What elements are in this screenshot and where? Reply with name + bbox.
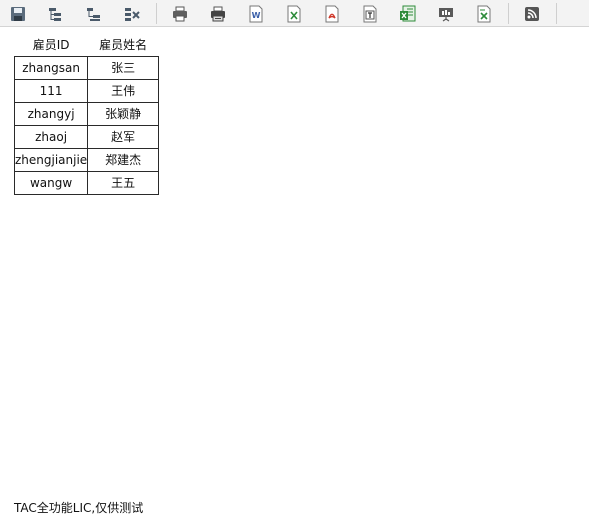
employee-id-cell: 111 xyxy=(13,78,89,103)
license-notice: TAC全功能LIC,仅供测试 xyxy=(14,501,144,515)
table-row: 111 王伟 xyxy=(13,78,160,103)
table-header-row: 雇员ID 雇员姓名 xyxy=(15,33,159,56)
employee-id-cell: wangw xyxy=(13,170,89,195)
pdf-export-icon[interactable] xyxy=(322,4,342,24)
employee-name-cell: 赵军 xyxy=(87,124,160,149)
word-export-icon[interactable]: W xyxy=(246,4,266,24)
toolbar-separator xyxy=(508,3,509,24)
column-header-employee-name: 雇员姓名 xyxy=(99,37,148,52)
employee-name-cell: 张三 xyxy=(87,55,160,80)
delete-grid-icon[interactable] xyxy=(122,4,142,24)
table-row: zhengjianjie 郑建杰 xyxy=(13,147,160,172)
table-row: wangw 王五 xyxy=(13,170,160,195)
table-row: zhangyj 张颖静 xyxy=(13,101,160,126)
employee-name-cell: 王五 xyxy=(87,170,160,195)
employee-report: 雇员ID 雇员姓名 zhangsan 张三 111 王伟 zhangyj 张颖静… xyxy=(13,33,160,195)
save-icon[interactable] xyxy=(8,4,28,24)
table-row: zhaoj 赵军 xyxy=(13,124,160,149)
report-toolbar: W xyxy=(0,0,589,27)
toolbar-separator xyxy=(156,3,157,24)
presentation-icon[interactable] xyxy=(436,4,456,24)
collapse-tree-icon[interactable] xyxy=(84,4,104,24)
excel-page-export-icon[interactable] xyxy=(474,4,494,24)
employee-id-cell: zhangsan xyxy=(13,55,89,80)
employee-name-cell: 王伟 xyxy=(87,78,160,103)
excel-export-icon[interactable] xyxy=(284,4,304,24)
employee-table: 雇员ID 雇员姓名 zhangsan 张三 111 王伟 zhangyj 张颖静… xyxy=(13,33,160,195)
employee-name-cell: 郑建杰 xyxy=(87,147,160,172)
table-row: zhangsan 张三 xyxy=(13,55,160,80)
text-export-icon[interactable] xyxy=(360,4,380,24)
print-setup-icon[interactable] xyxy=(208,4,228,24)
rss-icon[interactable] xyxy=(522,4,542,24)
column-header-employee-id: 雇员ID xyxy=(32,37,70,52)
export-tree-icon[interactable] xyxy=(46,4,66,24)
employee-id-cell: zhaoj xyxy=(13,124,89,149)
excel-sheet-export-icon[interactable] xyxy=(398,4,418,24)
employee-id-cell: zhangyj xyxy=(13,101,89,126)
toolbar-separator xyxy=(556,3,557,24)
print-icon[interactable] xyxy=(170,4,190,24)
employee-id-cell: zhengjianjie xyxy=(13,147,89,172)
employee-name-cell: 张颖静 xyxy=(87,101,160,126)
svg-text:W: W xyxy=(252,11,261,20)
